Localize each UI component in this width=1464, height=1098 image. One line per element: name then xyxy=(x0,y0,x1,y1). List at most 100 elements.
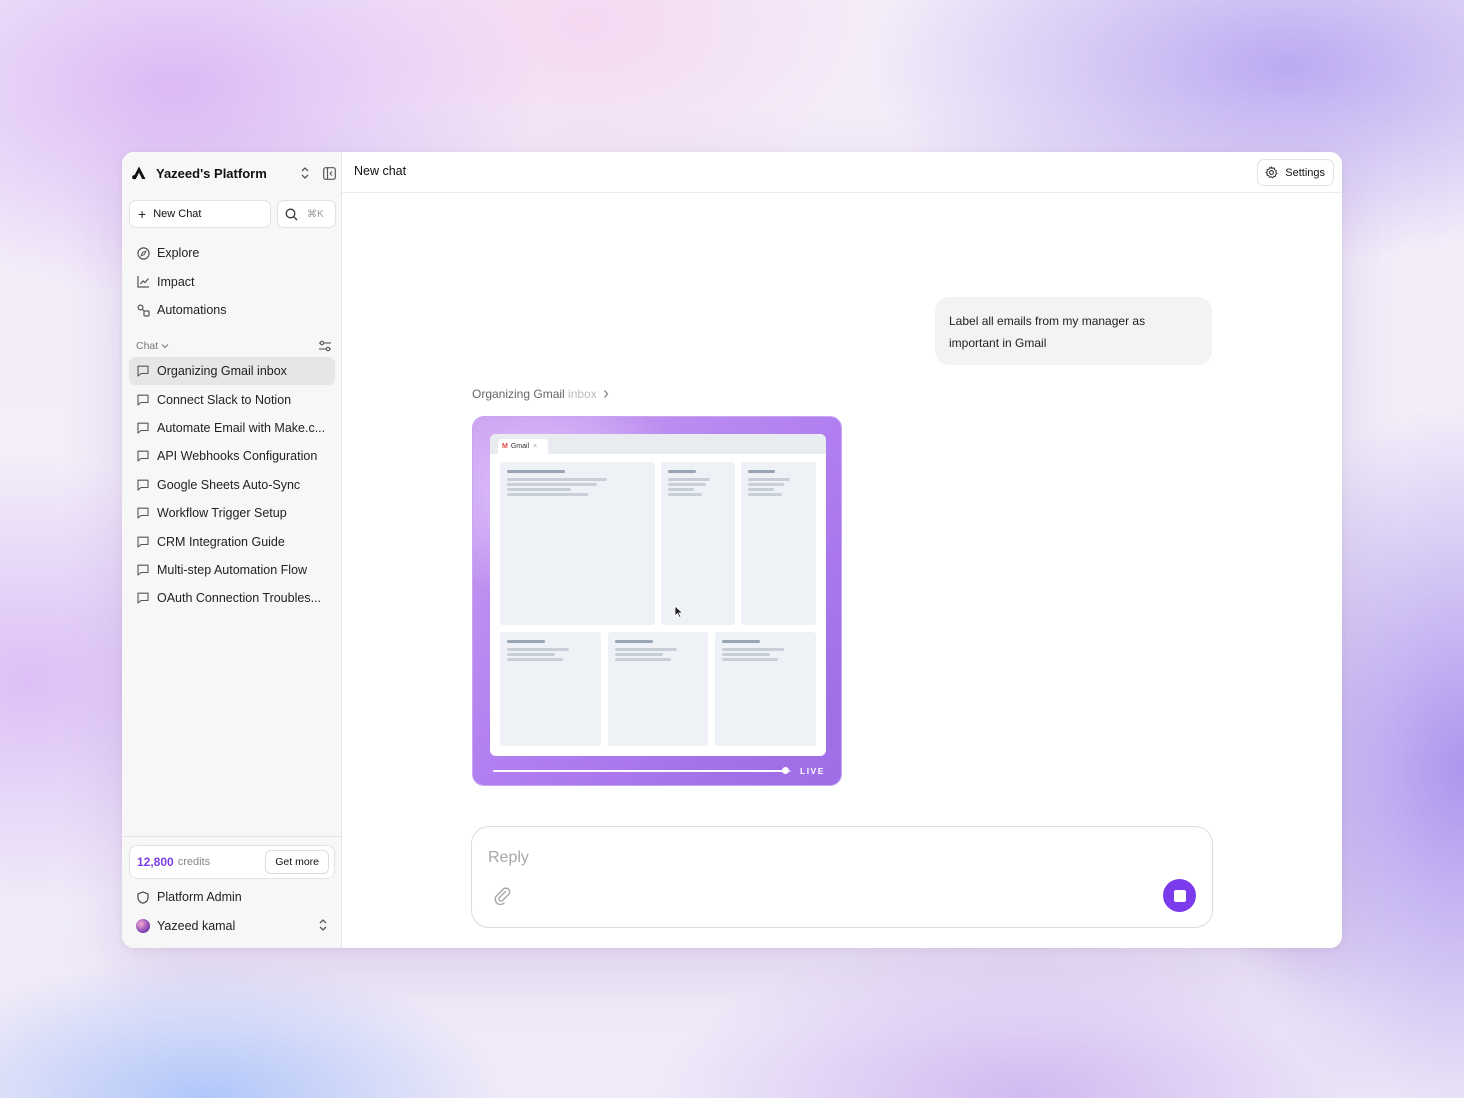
gmail-icon: M xyxy=(502,443,508,450)
preview-tab-gmail: M Gmail × xyxy=(498,439,548,454)
chat-item-crm-integration-guide[interactable]: CRM Integration Guide xyxy=(129,527,335,555)
automations-icon xyxy=(136,303,150,317)
paperclip-icon[interactable] xyxy=(492,885,512,905)
chat-section-header[interactable]: Chat xyxy=(136,338,332,354)
user-message-text: Label all emails from my manager as impo… xyxy=(949,314,1146,350)
reply-composer[interactable]: Reply xyxy=(471,826,1213,928)
chat-item-label: Automate Email with Make.c... xyxy=(157,420,326,435)
preview-card xyxy=(715,632,816,746)
preview-tab-label: Gmail xyxy=(510,443,530,450)
collapse-sidebar-icon[interactable] xyxy=(321,165,337,181)
chat-item-api-webhooks-configuration[interactable]: API Webhooks Configuration xyxy=(129,442,335,470)
get-more-credits-button[interactable]: Get more xyxy=(265,850,329,874)
avatar xyxy=(136,919,150,933)
sidebar-item-explore[interactable]: Explore xyxy=(129,239,335,268)
gear-icon xyxy=(1265,166,1278,179)
chat-item-organizing-gmail-inbox[interactable]: Organizing Gmail inbox xyxy=(129,357,335,386)
chevron-right-icon xyxy=(603,390,609,398)
chat-item-oauth-connection-troubles[interactable]: OAuth Connection Troubles... xyxy=(129,584,335,612)
sidebar-nav: Explore Impact Automations xyxy=(129,239,335,325)
preview-browser-window: M Gmail × xyxy=(490,434,826,756)
step-link[interactable]: Organizing Gmail inbox xyxy=(472,387,610,401)
search-icon xyxy=(285,208,298,220)
new-chat-label: New Chat xyxy=(153,208,202,220)
sidebar-item-label: Explore xyxy=(157,246,200,261)
chat-item-multi-step-automation-flow[interactable]: Multi-step Automation Flow xyxy=(129,556,335,584)
preview-card xyxy=(500,632,601,746)
preview-progress-bar[interactable] xyxy=(493,767,791,774)
chat-item-workflow-trigger-setup[interactable]: Workflow Trigger Setup xyxy=(129,499,335,527)
chat-item-label: Connect Slack to Notion xyxy=(157,392,292,407)
preview-card xyxy=(608,632,708,746)
preview-progress-handle[interactable] xyxy=(781,767,789,774)
chat-item-label: Multi-step Automation Flow xyxy=(157,562,308,577)
chat-item-label: API Webhooks Configuration xyxy=(157,449,318,464)
preview-card xyxy=(661,462,735,625)
settings-label: Settings xyxy=(1285,166,1325,179)
sidebar-item-automations[interactable]: Automations xyxy=(129,296,335,325)
stop-button[interactable] xyxy=(1163,879,1196,912)
preview-progress-fill xyxy=(493,770,786,772)
step-label: Organizing Gmail xyxy=(472,387,569,401)
platform-admin-label: Platform Admin xyxy=(157,890,242,904)
credits-amount: 12,800 xyxy=(137,855,174,869)
line-chart-icon xyxy=(136,275,150,289)
shield-icon xyxy=(136,890,150,904)
platform-admin-link[interactable]: Platform Admin xyxy=(129,884,335,910)
search-button[interactable]: ⌘K xyxy=(277,200,336,228)
chat-item-label: CRM Integration Guide xyxy=(157,534,285,549)
user-name: Yazeed kamal xyxy=(157,919,236,933)
chat-item-connect-slack-to-notion[interactable]: Connect Slack to Notion xyxy=(129,385,335,413)
chat-bubble-icon xyxy=(136,478,150,492)
main-panel: New chat Settings Label all emails from … xyxy=(342,152,1342,948)
new-chat-button[interactable]: + New Chat xyxy=(129,200,271,228)
preview-tab-bar: M Gmail × xyxy=(490,434,826,454)
workspace-name: Yazeed's Platform xyxy=(156,165,267,181)
chat-item-label: Organizing Gmail inbox xyxy=(157,364,287,379)
credits-panel: 12,800 credits Get more xyxy=(129,845,335,879)
chevron-down-icon xyxy=(161,344,169,349)
chat-bubble-icon xyxy=(136,421,150,435)
chat-item-label: OAuth Connection Troubles... xyxy=(157,591,321,606)
chat-list: Organizing Gmail inbox Connect Slack to … xyxy=(129,357,335,613)
user-menu[interactable]: Yazeed kamal xyxy=(129,913,335,939)
chat-item-label: Google Sheets Auto-Sync xyxy=(157,477,301,492)
sidebar-item-label: Automations xyxy=(157,303,227,318)
chat-bubble-icon xyxy=(136,449,150,463)
credits-unit: credits xyxy=(177,856,211,868)
chat-bubble-icon xyxy=(136,563,150,577)
live-badge: LIVE xyxy=(800,766,825,776)
sidebar-item-impact[interactable]: Impact xyxy=(129,268,335,297)
chat-bubble-icon xyxy=(136,393,150,407)
chevron-up-down-icon xyxy=(318,918,328,934)
chevron-up-down-icon[interactable] xyxy=(297,165,313,181)
chat-bubble-icon xyxy=(136,364,150,378)
preview-card xyxy=(741,462,816,625)
sidebar-item-label: Impact xyxy=(157,274,195,289)
workspace-switcher[interactable]: Yazeed's Platform xyxy=(131,162,337,184)
app-window: Yazeed's Platform + New Chat ⌘K Explore xyxy=(122,152,1342,948)
preview-card xyxy=(500,462,655,625)
plus-icon: + xyxy=(138,206,147,222)
user-message-bubble: Label all emails from my manager as impo… xyxy=(935,297,1212,365)
sidebar-divider xyxy=(122,836,342,837)
top-bar: New chat Settings xyxy=(342,152,1342,193)
chat-item-automate-email-with-make[interactable]: Automate Email with Make.c... xyxy=(129,414,335,442)
chat-item-google-sheets-auto-sync[interactable]: Google Sheets Auto-Sync xyxy=(129,471,335,499)
step-label-faded: inbox xyxy=(568,387,597,401)
reply-input[interactable]: Reply xyxy=(488,849,529,867)
mouse-cursor-icon xyxy=(674,605,684,619)
compass-icon xyxy=(136,246,150,260)
live-browser-preview[interactable]: M Gmail × LIVE xyxy=(472,416,842,786)
sidebar: Yazeed's Platform + New Chat ⌘K Explore xyxy=(122,152,342,948)
search-shortcut: ⌘K xyxy=(307,208,324,220)
chat-item-label: Workflow Trigger Setup xyxy=(157,506,287,521)
stop-icon xyxy=(1173,889,1186,902)
filter-icon[interactable] xyxy=(318,339,332,353)
chat-bubble-icon xyxy=(136,591,150,605)
page-title: New chat xyxy=(354,164,407,178)
platform-logo-icon xyxy=(132,166,146,180)
settings-button[interactable]: Settings xyxy=(1257,159,1334,186)
chat-section-label: Chat xyxy=(136,340,159,352)
chat-bubble-icon xyxy=(136,506,150,520)
